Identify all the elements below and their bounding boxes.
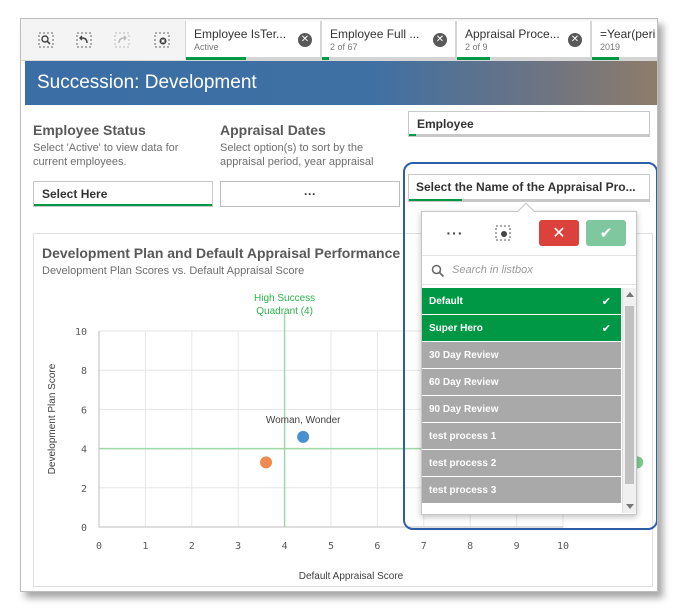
x-tick-label: 9 xyxy=(514,541,520,552)
quadrant-label: Quadrant (4) xyxy=(256,306,313,317)
y-tick-label: 0 xyxy=(81,523,87,534)
listbox-item[interactable]: Super Hero ✔ xyxy=(422,315,621,342)
x-tick-label: 10 xyxy=(557,541,569,552)
x-tick-label: 8 xyxy=(467,541,473,552)
listbox-item-label: 60 Day Review xyxy=(429,377,499,388)
x-tick-label: 1 xyxy=(142,541,148,552)
y-tick-label: 10 xyxy=(75,327,87,338)
appraisal-process-filter[interactable]: Select the Name of the Appraisal Pro... xyxy=(408,174,650,202)
y-tick-label: 6 xyxy=(81,405,87,416)
listbox-item-label: Default xyxy=(429,296,463,307)
x-tick-label: 7 xyxy=(421,541,427,552)
x-tick-label: 5 xyxy=(328,541,334,552)
listbox-item-label: test process 2 xyxy=(429,458,497,469)
cancel-selection-button[interactable]: ✕ xyxy=(539,220,579,246)
x-tick-label: 6 xyxy=(374,541,380,552)
listbox-item-label: test process 3 xyxy=(429,485,497,496)
listbox-item[interactable]: 90 Day Review xyxy=(422,396,621,423)
listbox-items: Default ✔ Super Hero ✔ 30 Day Review 60 Day R… xyxy=(422,288,621,504)
scroll-up-icon[interactable] xyxy=(626,292,634,297)
selection-tool-icon[interactable] xyxy=(488,220,518,246)
app-window: Employee IsTer... Active ✕ Employee Full… xyxy=(20,18,658,592)
scroll-down-icon[interactable] xyxy=(626,504,634,509)
checkmark-icon: ✔ xyxy=(601,296,611,308)
listbox-scrollbar[interactable] xyxy=(622,288,636,513)
filter-progress-bar xyxy=(409,199,649,201)
x-tick-label: 3 xyxy=(235,541,241,552)
listbox-item-label: 90 Day Review xyxy=(429,404,499,415)
search-icon xyxy=(431,264,445,278)
x-tick-label: 2 xyxy=(189,541,195,552)
listbox-item[interactable]: Default ✔ xyxy=(422,288,621,315)
x-tick-label: 0 xyxy=(96,541,102,552)
more-options-button[interactable]: ··· xyxy=(438,220,472,246)
x-tick-label: 4 xyxy=(282,541,288,552)
listbox-item-label: test process 1 xyxy=(429,431,497,442)
data-point xyxy=(260,456,273,469)
checkmark-icon: ✔ xyxy=(601,323,611,335)
listbox-search[interactable]: Search in listbox xyxy=(422,255,636,285)
confirm-selection-button[interactable]: ✔ xyxy=(586,220,626,246)
listbox-item[interactable]: 30 Day Review xyxy=(422,342,621,369)
y-tick-label: 2 xyxy=(81,484,87,495)
listbox-item-label: Super Hero xyxy=(429,323,483,334)
data-point-label: Woman, Wonder xyxy=(266,415,341,426)
search-placeholder: Search in listbox xyxy=(452,264,533,276)
listbox-item[interactable]: 60 Day Review xyxy=(422,369,621,396)
y-axis-title: Development Plan Score xyxy=(47,363,58,474)
listbox-item-label: 30 Day Review xyxy=(429,350,499,361)
listbox-popover: ··· ✕ ✔ Search in listbox Default ✔ Super … xyxy=(421,202,637,515)
data-point xyxy=(297,430,310,443)
scrollbar-thumb[interactable] xyxy=(625,306,634,484)
x-axis-title: Default Appraisal Score xyxy=(299,571,404,582)
y-tick-label: 4 xyxy=(81,445,87,456)
quadrant-label: High Success xyxy=(254,293,315,304)
y-tick-label: 8 xyxy=(81,366,87,377)
listbox-item[interactable]: test process 1 xyxy=(422,423,621,450)
listbox-item[interactable]: test process 3 xyxy=(422,477,621,504)
appraisal-process-filter-label: Select the Name of the Appraisal Pro... xyxy=(416,180,636,194)
listbox-item[interactable]: test process 2 xyxy=(422,450,621,477)
